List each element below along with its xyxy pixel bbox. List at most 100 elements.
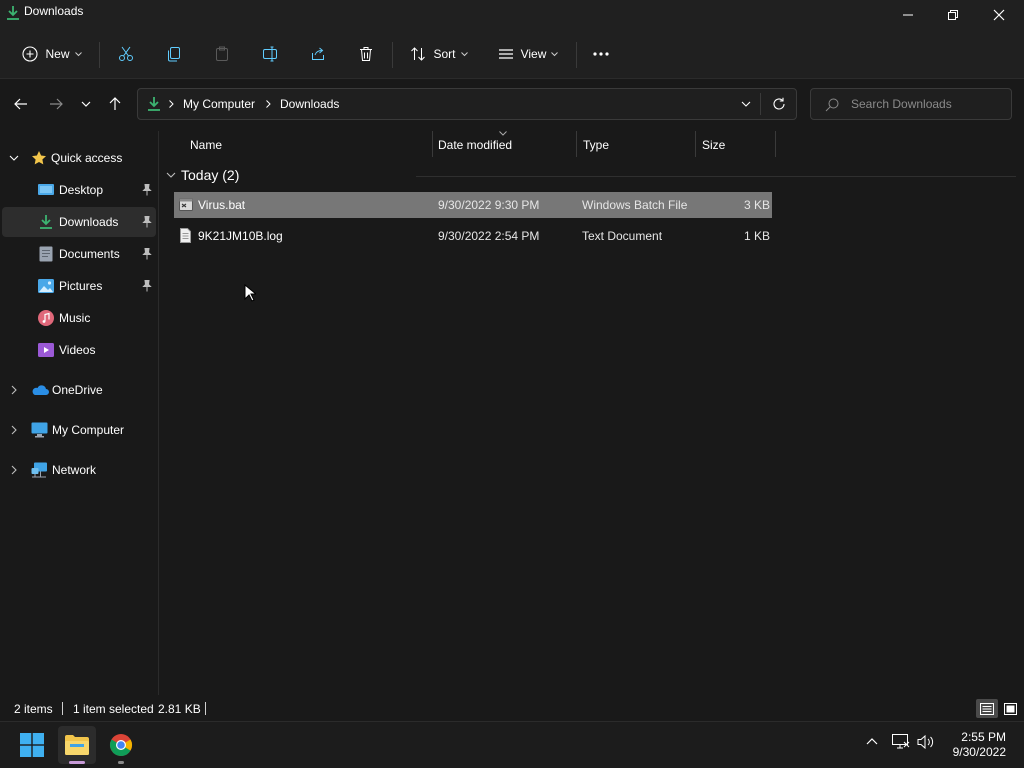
group-header-today[interactable]: Today (2) <box>166 165 1016 187</box>
sidebar-item-my-computer[interactable]: My Computer <box>2 415 156 445</box>
view-button[interactable]: View <box>490 36 566 72</box>
sidebar-item-videos[interactable]: Videos <box>2 335 156 365</box>
close-button[interactable] <box>976 0 1022 30</box>
share-button[interactable] <box>302 36 334 72</box>
sidebar-item-label: Quick access <box>51 151 123 165</box>
start-button[interactable] <box>13 726 51 764</box>
chevron-up-icon <box>866 738 878 745</box>
chevron-right-icon <box>11 385 17 395</box>
status-bar: 2 items 1 item selected 2.81 KB <box>0 695 1024 721</box>
paste-button[interactable] <box>206 36 238 72</box>
delete-button[interactable] <box>350 36 382 72</box>
chevron-down-icon <box>74 51 82 56</box>
chevron-right-icon <box>169 100 174 108</box>
sidebar-item-downloads[interactable]: Downloads <box>2 207 156 237</box>
downloads-icon <box>40 215 52 229</box>
taskbar-file-explorer[interactable] <box>58 726 96 764</box>
sort-icon <box>411 47 426 61</box>
sidebar-item-label: Pictures <box>59 279 103 293</box>
file-row[interactable]: Virus.bat 9/30/2022 9:30 PM Windows Batc… <box>174 192 772 218</box>
taskbar: 2:55 PM 9/30/2022 <box>0 721 1024 768</box>
show-hidden-icons-button[interactable] <box>866 737 878 745</box>
tiles-view-icon <box>1003 702 1017 715</box>
close-icon <box>993 9 1005 21</box>
scissors-icon <box>119 46 133 61</box>
batch-file-icon <box>179 198 193 211</box>
forward-button[interactable] <box>42 90 70 118</box>
system-clock[interactable]: 2:55 PM 9/30/2022 <box>953 730 1006 760</box>
pin-icon <box>142 216 152 228</box>
desktop-icon <box>38 184 54 195</box>
sidebar-item-desktop[interactable]: Desktop <box>2 175 156 205</box>
column-header-size[interactable]: Size <box>702 131 772 159</box>
sidebar-item-documents[interactable]: Documents <box>2 239 156 269</box>
details-view-icon <box>980 702 994 715</box>
sidebar-item-onedrive[interactable]: OneDrive <box>2 375 156 405</box>
cut-button[interactable] <box>110 36 142 72</box>
downloads-icon <box>6 5 20 21</box>
selection-size: 2.81 KB <box>158 702 201 716</box>
column-divider[interactable] <box>576 131 577 157</box>
up-button[interactable] <box>101 90 129 118</box>
column-divider[interactable] <box>695 131 696 157</box>
copy-button[interactable] <box>158 36 190 72</box>
paste-icon <box>216 46 228 61</box>
group-label: Today (2) <box>181 167 240 183</box>
file-name: 9K21JM10B.log <box>198 229 283 243</box>
sidebar-item-quick-access[interactable]: Quick access <box>2 143 156 173</box>
column-divider[interactable] <box>432 131 433 157</box>
network-status-icon[interactable] <box>892 734 910 750</box>
clock-date: 9/30/2022 <box>952 745 1006 759</box>
restore-button[interactable] <box>930 0 976 30</box>
arrow-right-icon <box>50 98 63 110</box>
address-bar[interactable]: My Computer Downloads <box>137 88 797 120</box>
command-bar: New Sort View <box>0 30 1024 79</box>
chevron-down-icon <box>81 101 91 107</box>
file-row[interactable]: 9K21JM10B.log 9/30/2022 2:54 PM Text Doc… <box>174 223 772 249</box>
volume-icon[interactable] <box>917 734 935 750</box>
sidebar-item-network[interactable]: Network <box>2 455 156 485</box>
rename-button[interactable] <box>254 36 286 72</box>
chevron-right-icon <box>11 425 17 435</box>
sidebar-item-label: Desktop <box>59 183 104 197</box>
taskbar-chrome[interactable] <box>102 726 140 764</box>
address-history-dropdown[interactable] <box>741 101 751 107</box>
column-divider[interactable] <box>775 131 776 157</box>
column-header-date-modified[interactable]: Date modified <box>438 131 574 159</box>
recent-locations-button[interactable] <box>72 90 100 118</box>
back-button[interactable] <box>7 90 35 118</box>
toolbar-divider <box>99 42 100 68</box>
file-date: 9/30/2022 2:54 PM <box>438 229 540 243</box>
trash-icon <box>360 47 372 61</box>
new-button[interactable]: New <box>14 36 90 72</box>
toolbar-divider <box>392 42 393 68</box>
folder-icon <box>65 735 89 755</box>
star-icon <box>32 151 46 165</box>
breadcrumb-my-computer[interactable]: My Computer <box>183 97 255 111</box>
minimize-button[interactable] <box>885 0 931 30</box>
sort-button[interactable]: Sort <box>402 36 476 72</box>
column-header-type[interactable]: Type <box>583 131 693 159</box>
more-options-button[interactable] <box>586 36 616 72</box>
view-label: View <box>520 47 547 61</box>
refresh-button[interactable] <box>772 97 786 111</box>
breadcrumb-downloads[interactable]: Downloads <box>280 97 339 111</box>
status-divider <box>62 702 63 715</box>
group-divider <box>416 176 1016 177</box>
column-header-name[interactable]: Name <box>190 131 430 159</box>
sidebar-item-label: Documents <box>59 247 120 261</box>
running-app-indicator <box>118 761 124 764</box>
sidebar-item-pictures[interactable]: Pictures <box>2 271 156 301</box>
refresh-icon <box>773 97 785 110</box>
tiles-view-button[interactable] <box>1000 699 1020 718</box>
sidebar-item-music[interactable]: Music <box>2 303 156 333</box>
rename-icon <box>263 46 277 62</box>
restore-icon <box>948 10 958 20</box>
file-type: Text Document <box>582 229 663 243</box>
text-file-icon <box>180 228 191 243</box>
chevron-down-icon <box>460 51 468 56</box>
search-placeholder: Search Downloads <box>851 97 952 111</box>
details-view-button[interactable] <box>976 699 998 718</box>
search-box[interactable]: Search Downloads <box>810 88 1012 120</box>
window-title: Downloads <box>24 4 84 18</box>
